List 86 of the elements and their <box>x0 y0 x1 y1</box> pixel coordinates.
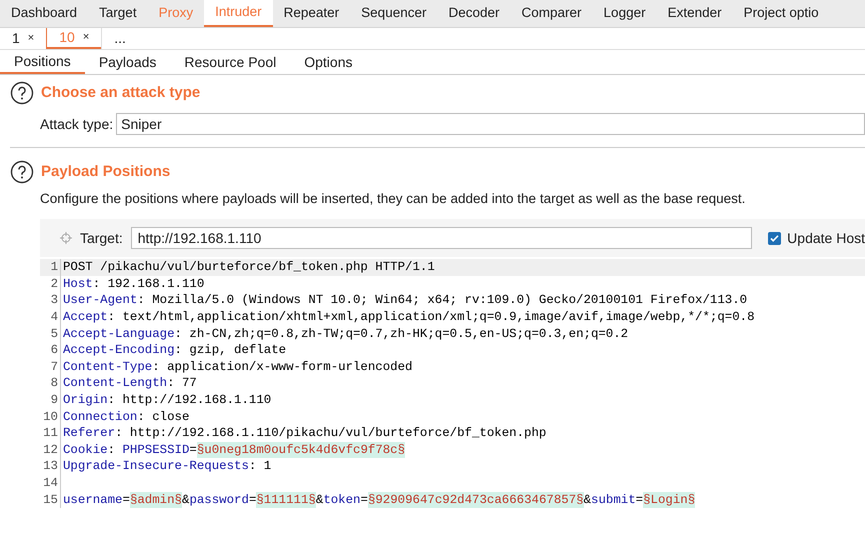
header-name: Host <box>63 276 93 292</box>
header-name: User-Agent <box>63 292 138 310</box>
line-number: 3 <box>50 292 59 310</box>
sub-tab[interactable]: Options <box>290 50 366 74</box>
line-number: 2 <box>50 276 59 292</box>
request-text: : <box>108 442 116 458</box>
line-number: 4 <box>50 309 59 326</box>
attack-type-label: Attack type: <box>40 114 114 134</box>
header-name: Accept-Language <box>63 326 175 342</box>
header-name: password <box>189 492 249 508</box>
request-text: : 1 <box>248 458 272 475</box>
sub-tab[interactable]: Positions <box>0 50 85 74</box>
request-text: : Mozilla/5.0 (Windows NT 10.0; Win64; x64; rv:109.0) Gecko/20100101 Firefox/113.0 <box>137 292 748 310</box>
request-text: = <box>122 492 130 508</box>
line-number: 7 <box>50 358 59 376</box>
header-name: Referer <box>63 425 116 442</box>
header-name: submit <box>591 492 636 508</box>
request-text: : http://192.168.1.110 <box>108 392 272 409</box>
request-text: = <box>636 492 644 508</box>
header-name: Accept <box>63 309 108 326</box>
main-tab[interactable]: Logger <box>592 0 657 27</box>
request-text: & <box>584 492 592 508</box>
header-name: token <box>323 492 360 508</box>
attack-tab[interactable]: 1 × <box>0 28 46 49</box>
request-text: : application/x-www-form-urlencoded <box>152 358 412 376</box>
payload-marker: §111111§ <box>256 492 316 508</box>
header-name: Connection <box>63 408 138 426</box>
header-name: Cookie <box>63 442 108 458</box>
request-text: : http://192.168.1.110/pikachu/vul/burteforce/bf_token.php <box>115 425 546 442</box>
line-number: 1 <box>50 259 59 276</box>
request-text: = <box>248 492 256 508</box>
target-label: Target: <box>80 228 123 248</box>
request-text: : zh-CN,zh;q=0.8,zh-TW;q=0.7,zh-HK;q=0.5,en-US;q=0.3,en;q=0.2 <box>174 326 628 342</box>
header-name: Origin <box>63 392 108 409</box>
section-description: Configure the positions where payloads will be inserted, they can be added into the target as well as the base request. <box>40 190 746 208</box>
section-heading: Payload Positions <box>41 162 170 182</box>
request-text: : 77 <box>167 375 197 392</box>
request-text: : text/html,application/xhtml+xml,application/xml;q=0.9,image/avif,image/webp,*/*;q=0.8 <box>108 309 755 326</box>
main-tab[interactable]: Comparer <box>510 0 593 27</box>
line-number: 9 <box>50 392 59 409</box>
line-number: 14 <box>42 474 59 492</box>
header-name: PHPSESSID <box>122 442 190 458</box>
main-tab[interactable]: Project optio <box>732 0 830 27</box>
main-tab[interactable]: Target <box>88 0 148 27</box>
main-tab[interactable]: Decoder <box>437 0 511 27</box>
attack-tab[interactable]: ... <box>101 28 138 49</box>
main-tab[interactable]: Sequencer <box>350 0 438 27</box>
request-text: = <box>189 442 197 458</box>
payload-marker: §Login§ <box>643 492 696 508</box>
help-icon[interactable] <box>10 160 34 184</box>
header-name: Content-Length <box>63 375 168 392</box>
request-text: & <box>316 492 324 508</box>
payload-marker: §admin§ <box>130 492 182 508</box>
main-tab[interactable]: Dashboard <box>0 0 88 27</box>
update-host-checkbox[interactable] <box>768 232 782 245</box>
header-name: Upgrade-Insecure-Requests <box>63 458 249 475</box>
line-number: 11 <box>42 425 59 442</box>
request-text: = <box>360 492 368 508</box>
sub-tab[interactable]: Resource Pool <box>170 50 290 74</box>
payload-marker: §u0neg18m0oufc5k4d6vfc9f78c§ <box>196 442 406 458</box>
update-host-label: Update Host <box>787 228 865 248</box>
header-name: Accept-Encoding <box>63 342 175 359</box>
request-text: : 192.168.1.110 <box>92 276 204 292</box>
line-number: 15 <box>42 492 59 508</box>
line-number: 12 <box>42 442 59 458</box>
section-heading: Choose an attack type <box>41 82 200 103</box>
line-number: 13 <box>42 458 59 475</box>
line-number: 8 <box>50 375 59 392</box>
request-text: : close <box>137 408 190 426</box>
help-icon[interactable] <box>10 81 34 105</box>
sub-tab[interactable]: Payloads <box>84 50 170 74</box>
line-number: 6 <box>50 342 59 359</box>
header-name: username <box>63 492 122 508</box>
target-field[interactable]: http://192.168.1.110 <box>130 227 752 250</box>
request-text: & <box>182 492 190 508</box>
main-tab[interactable]: Extender <box>656 0 733 27</box>
payload-marker: §92909647c92d473ca6663467857§ <box>368 492 584 508</box>
header-name: Content-Type <box>63 358 152 376</box>
line-number: 10 <box>42 408 59 426</box>
attack-type-dropdown[interactable]: Sniper <box>116 113 865 135</box>
attack-tab[interactable]: 10 × <box>46 28 102 49</box>
main-tab[interactable]: Repeater <box>272 0 350 27</box>
line-number: 5 <box>50 326 59 342</box>
request-text: : gzip, deflate <box>174 342 286 359</box>
request-text: POST /pikachu/vul/burteforce/bf_token.php HTTP/1.1 <box>63 259 435 276</box>
crosshair-icon <box>60 232 72 244</box>
